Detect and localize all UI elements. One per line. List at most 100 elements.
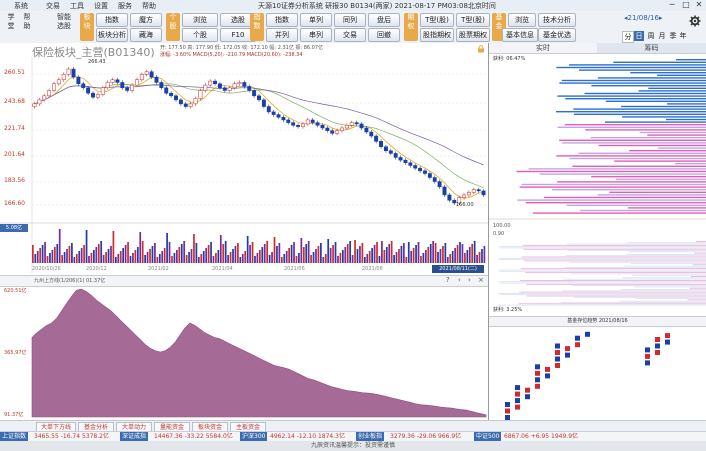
stock-browse-button[interactable]: 浏览: [182, 13, 218, 27]
menu-trade[interactable]: 交易: [46, 1, 60, 11]
menu-system[interactable]: 系统: [14, 1, 28, 11]
volume-bar: [146, 252, 149, 263]
index-button[interactable]: 指数: [266, 13, 298, 27]
volume-bar: [241, 254, 244, 263]
period-year[interactable]: 年: [678, 31, 688, 41]
candle-body: [71, 68, 76, 78]
xuetang-button[interactable]: 学 堂: [4, 13, 18, 41]
period-season[interactable]: 季: [668, 31, 678, 41]
volume-bar: [102, 255, 105, 263]
t-type-button-1[interactable]: T型(股): [420, 13, 454, 27]
sector-analysis-button[interactable]: 板块分析: [96, 28, 128, 42]
volume-bar: [278, 243, 281, 263]
chip-bar: [564, 124, 706, 126]
chip-mid-label-2: 0.90: [493, 231, 505, 237]
lower-chart-header: 九州上方线(1/206)(1) 01.37亿 ? ‹ › ×: [0, 275, 488, 287]
pnf-box: [545, 373, 550, 379]
minimize-button[interactable]: ─: [666, 0, 678, 10]
period-minute[interactable]: 分: [622, 31, 634, 43]
candle-body: [257, 95, 261, 101]
t-type-button-2[interactable]: T型(股): [456, 13, 490, 27]
close-button[interactable]: ✕: [693, 0, 705, 10]
parallel-button[interactable]: 并列: [266, 28, 298, 42]
period-month[interactable]: 月: [657, 31, 667, 41]
single-list-button[interactable]: 单列: [300, 13, 332, 27]
chip-bar: [539, 173, 706, 175]
volume-bar: [288, 248, 290, 263]
candle-body: [325, 127, 330, 131]
volume-bar: [132, 253, 134, 263]
x-label-5: 2021/08: [362, 266, 383, 272]
volume-bar: [156, 257, 159, 263]
volume-bar: [307, 241, 310, 263]
fund-browse-button[interactable]: 浏览: [508, 13, 536, 27]
menu-service[interactable]: 服务: [118, 1, 132, 11]
chip-bar-lower: [560, 302, 706, 303]
chip-bar-lower: [498, 257, 706, 259]
gear-icon[interactable]: [689, 15, 701, 27]
lock-icon[interactable]: [477, 45, 485, 53]
candle-body: [447, 194, 452, 201]
single-stock-button[interactable]: 个股: [182, 28, 218, 42]
price-chart-svg[interactable]: [0, 43, 488, 420]
help-button[interactable]: 帮 助: [20, 13, 34, 41]
volume-bar: [341, 250, 344, 263]
chip-bar: [591, 176, 706, 178]
chip-bar-lower: [499, 259, 706, 260]
sector-hide-button[interactable]: 藏海: [130, 28, 162, 42]
candle-body: [476, 189, 481, 192]
menu-tools[interactable]: 工具: [70, 1, 84, 11]
volume-bar: [476, 255, 478, 263]
candle-body: [237, 82, 242, 85]
window-title: 天源10证券分析系统 研报30 B0134(两家) 2021-08-17 PM0…: [258, 2, 496, 10]
stock-option-button[interactable]: 股票期权: [456, 28, 490, 42]
pnf-box: [575, 335, 580, 341]
period-day[interactable]: 日: [634, 31, 644, 41]
chevron-right-icon[interactable]: ›: [468, 276, 471, 284]
volume-bar: [317, 246, 320, 263]
candle-body: [286, 119, 291, 123]
chevron-left-icon[interactable]: ‹: [458, 276, 461, 284]
drawdown-button[interactable]: 回撤: [368, 28, 400, 42]
candle-body: [66, 68, 71, 75]
fund-pick-button[interactable]: 基金优选: [538, 28, 576, 42]
volume-bar: [405, 257, 408, 263]
volume-bar: [183, 241, 186, 263]
fund-tech-button[interactable]: 技术分析: [538, 13, 576, 27]
volume-bar: [151, 246, 154, 263]
date-picker[interactable]: ◂21/08/16▸: [624, 14, 662, 22]
volume-bar: [324, 254, 327, 263]
candle-body: [466, 192, 471, 196]
index-option-button[interactable]: 股指期权: [420, 28, 454, 42]
smart-pick-button[interactable]: 智能 选股: [54, 13, 74, 41]
trade-button[interactable]: 交易: [334, 28, 366, 42]
same-list-button[interactable]: 同列: [334, 13, 366, 27]
chip-bar: [573, 113, 706, 115]
candle-body: [169, 92, 174, 97]
candle-body: [423, 170, 427, 174]
chip-bar: [569, 157, 706, 160]
volume-bar: [149, 249, 151, 263]
sector-index-button[interactable]: 指数: [96, 13, 128, 27]
volume-bar: [351, 255, 354, 263]
maximize-button[interactable]: □: [680, 0, 692, 10]
candle-body: [374, 135, 379, 142]
volume-bar: [354, 240, 356, 263]
after-hours-button[interactable]: 盘后: [368, 13, 400, 27]
serial-button[interactable]: 串列: [300, 28, 332, 42]
chip-bar: [585, 129, 706, 131]
close-pane-icon[interactable]: ×: [478, 276, 484, 284]
lower-y-tick-0: 620.51亿: [4, 288, 27, 294]
candle-body: [217, 83, 222, 89]
chip-bar: [561, 79, 706, 82]
pnf-box: [515, 391, 520, 397]
fund-info-button[interactable]: 基本信息: [502, 28, 538, 42]
menu-help[interactable]: 帮助: [142, 1, 156, 11]
candle-body: [61, 74, 66, 81]
pnf-box: [515, 385, 520, 391]
sector-cube-button[interactable]: 魔方: [130, 13, 162, 27]
pnf-box: [535, 383, 540, 389]
period-week[interactable]: 周: [646, 31, 656, 41]
question-icon[interactable]: ?: [446, 276, 450, 284]
menu-settings[interactable]: 设置: [94, 1, 108, 11]
